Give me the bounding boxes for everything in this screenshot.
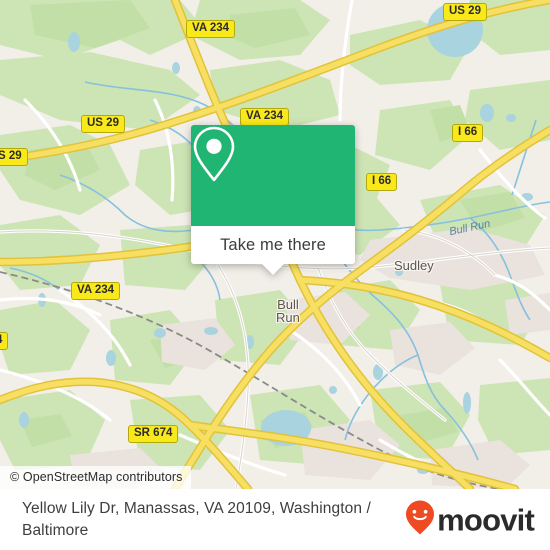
road-shield: VA 234 xyxy=(240,108,290,126)
popup-pin-area xyxy=(191,125,355,226)
road-shield: I 66 xyxy=(452,124,484,142)
road-shield: VA 234 xyxy=(186,20,236,38)
moovit-map-screenshot: VA 234 US 29 US 29 S 29 VA 234 I 66 I 66… xyxy=(0,0,550,550)
moovit-pin-icon xyxy=(405,499,435,540)
map-canvas[interactable]: VA 234 US 29 US 29 S 29 VA 234 I 66 I 66… xyxy=(0,0,550,489)
footer-bar: Yellow Lily Dr, Manassas, VA 20109, Wash… xyxy=(0,489,550,550)
road-shield: 4 xyxy=(0,332,9,350)
road-shield: US 29 xyxy=(443,3,487,21)
destination-popup-card[interactable]: Take me there xyxy=(191,125,355,275)
place-label-line-2: Run xyxy=(276,310,300,325)
road-shield: SR 674 xyxy=(128,425,179,443)
moovit-wordmark: moovit xyxy=(437,502,535,537)
place-label-sudley: Sudley xyxy=(394,258,434,273)
moovit-logo[interactable]: moovit xyxy=(405,499,535,540)
place-label-bull-run: Bull Run xyxy=(276,298,300,324)
take-me-there-button[interactable]: Take me there xyxy=(191,226,355,275)
road-shield: US 29 xyxy=(81,115,125,133)
road-shield: I 66 xyxy=(366,173,398,191)
address-label: Yellow Lily Dr, Manassas, VA 20109, Wash… xyxy=(22,499,371,539)
road-shield: VA 234 xyxy=(71,282,121,300)
popup-tail xyxy=(262,264,284,275)
road-shield: S 29 xyxy=(0,148,28,166)
map-attribution[interactable]: © OpenStreetMap contributors xyxy=(0,466,191,489)
take-me-there-label: Take me there xyxy=(220,235,326,254)
